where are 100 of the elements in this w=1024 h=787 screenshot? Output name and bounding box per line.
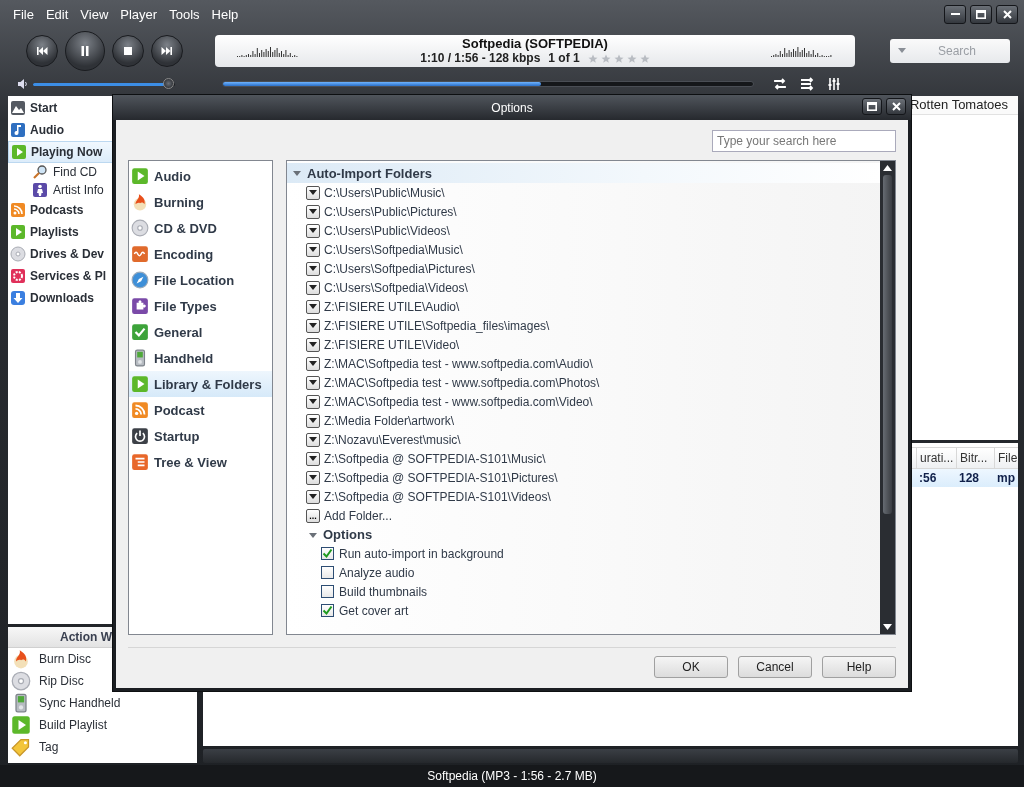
- dropdown-button[interactable]: [306, 242, 320, 257]
- rating-stars[interactable]: [587, 53, 650, 64]
- action-item[interactable]: Tag: [8, 736, 197, 758]
- category-item[interactable]: CD & DVD: [129, 215, 272, 241]
- horizontal-scrollbar[interactable]: [203, 749, 1018, 763]
- speaker-icon: [17, 78, 29, 90]
- column-header[interactable]: urati...: [916, 448, 956, 468]
- star-icon: [613, 53, 624, 64]
- dropdown-button[interactable]: [306, 451, 320, 466]
- seek-bar[interactable]: [222, 81, 754, 87]
- menu-item[interactable]: Tools: [164, 4, 205, 24]
- dropdown-button[interactable]: [306, 337, 320, 352]
- search-field[interactable]: Search: [890, 39, 1010, 63]
- dropdown-button[interactable]: [306, 318, 320, 333]
- folder-path: Z:\MAC\Softpedia test - www.softpedia.com\Video\: [324, 394, 593, 409]
- add-folder-link[interactable]: Add Folder...: [324, 508, 393, 523]
- compass-icon: [131, 271, 149, 289]
- folder-path: Z:\FISIERE UTILE\Softpedia_files\images\: [324, 318, 550, 333]
- caret-icon: [309, 341, 317, 348]
- panel-title: Action W: [60, 630, 112, 644]
- checkbox[interactable]: [321, 566, 334, 579]
- next-button[interactable]: [151, 35, 183, 67]
- dropdown-button[interactable]: [306, 356, 320, 371]
- nav-item[interactable]: Audio: [8, 119, 197, 141]
- previous-button[interactable]: [26, 35, 58, 67]
- column-header[interactable]: Bitr...: [956, 448, 994, 468]
- repeat-icon[interactable]: [772, 76, 788, 92]
- dropdown-button[interactable]: [306, 261, 320, 276]
- play-icon: [11, 144, 27, 160]
- category-item[interactable]: Library & Folders: [129, 371, 272, 397]
- checkbox[interactable]: [321, 604, 334, 617]
- action-item[interactable]: Sync Handheld: [8, 692, 197, 714]
- caret-icon[interactable]: [309, 530, 317, 539]
- volume-thumb[interactable]: [162, 77, 174, 89]
- dropdown-button[interactable]: [306, 375, 320, 390]
- category-item[interactable]: File Types: [129, 293, 272, 319]
- tag-icon: [11, 737, 31, 757]
- vertical-scrollbar[interactable]: [880, 161, 895, 634]
- dropdown-button[interactable]: [306, 470, 320, 485]
- subsection-title: Options: [323, 527, 373, 542]
- caret-icon: [309, 303, 317, 310]
- dropdown-button[interactable]: [306, 299, 320, 314]
- checkbox-label: Analyze audio: [339, 565, 415, 580]
- category-item[interactable]: Startup: [129, 423, 272, 449]
- dropdown-button[interactable]: [306, 432, 320, 447]
- close-button[interactable]: [996, 4, 1018, 24]
- track-position: 1 of 1: [548, 51, 580, 66]
- dialog-button[interactable]: Cancel: [738, 656, 812, 678]
- checkbox[interactable]: [321, 547, 334, 560]
- dropdown-button[interactable]: [306, 489, 320, 504]
- action-item[interactable]: Build Playlist: [8, 714, 197, 736]
- action-item[interactable]: Burn Disc: [8, 648, 197, 670]
- folder-path: C:\Users\Softpedia\Pictures\: [324, 261, 475, 276]
- dropdown-button[interactable]: [306, 223, 320, 238]
- dialog-button[interactable]: Help: [822, 656, 896, 678]
- menu-item[interactable]: Help: [206, 4, 244, 24]
- pause-button[interactable]: [65, 31, 105, 71]
- menu-item[interactable]: Player: [115, 4, 163, 24]
- dropdown-button[interactable]: [306, 280, 320, 295]
- dialog-button[interactable]: OK: [654, 656, 728, 678]
- folder-path: C:\Users\Softpedia\Videos\: [324, 280, 468, 295]
- section-title: Auto-Import Folders: [307, 165, 432, 181]
- category-item[interactable]: Tree & View: [129, 449, 272, 475]
- category-item[interactable]: Podcast: [129, 397, 272, 423]
- play-icon: [11, 715, 31, 735]
- up-arrow-icon: [883, 165, 892, 171]
- person-icon: [32, 182, 48, 198]
- nav-item[interactable]: Start: [8, 97, 197, 119]
- close-button[interactable]: [886, 98, 906, 115]
- column-header[interactable]: File: [994, 448, 1018, 468]
- category-item[interactable]: General: [129, 319, 272, 345]
- folder-path: Z:\MAC\Softpedia test - www.softpedia.com\Audio\: [324, 356, 593, 371]
- menu-item[interactable]: Edit: [40, 4, 74, 24]
- stop-button[interactable]: [112, 35, 144, 67]
- maximize-button[interactable]: [970, 4, 992, 24]
- dropdown-button[interactable]: [306, 413, 320, 428]
- category-item[interactable]: File Location: [129, 267, 272, 293]
- dropdown-button[interactable]: [306, 394, 320, 409]
- dropdown-button[interactable]: [306, 204, 320, 219]
- shuffle-icon[interactable]: [799, 76, 815, 92]
- browse-button[interactable]: ...: [306, 508, 320, 523]
- search-field[interactable]: Type your search here: [712, 130, 896, 152]
- disc-icon: [11, 671, 31, 691]
- caret-icon: [309, 227, 317, 234]
- dropdown-button[interactable]: [306, 185, 320, 200]
- checkbox[interactable]: [321, 585, 334, 598]
- folder-path: Z:\FISIERE UTILE\Video\: [324, 337, 460, 352]
- power-icon: [131, 427, 149, 445]
- scrollbar-thumb[interactable]: [883, 175, 892, 514]
- category-item[interactable]: Encoding: [129, 241, 272, 267]
- caret-icon[interactable]: [293, 169, 301, 177]
- maximize-button[interactable]: [862, 98, 882, 115]
- action-item[interactable]: Rip Disc: [8, 670, 197, 692]
- equalizer-icon[interactable]: [826, 76, 842, 92]
- menu-item[interactable]: View: [75, 4, 114, 24]
- caret-icon: [309, 474, 317, 481]
- folder-path: Z:\Softpedia @ SOFTPEDIA-S101\Music\: [324, 451, 546, 466]
- minimize-button[interactable]: [944, 4, 966, 24]
- category-item[interactable]: Handheld: [129, 345, 272, 371]
- menu-item[interactable]: File: [8, 4, 39, 24]
